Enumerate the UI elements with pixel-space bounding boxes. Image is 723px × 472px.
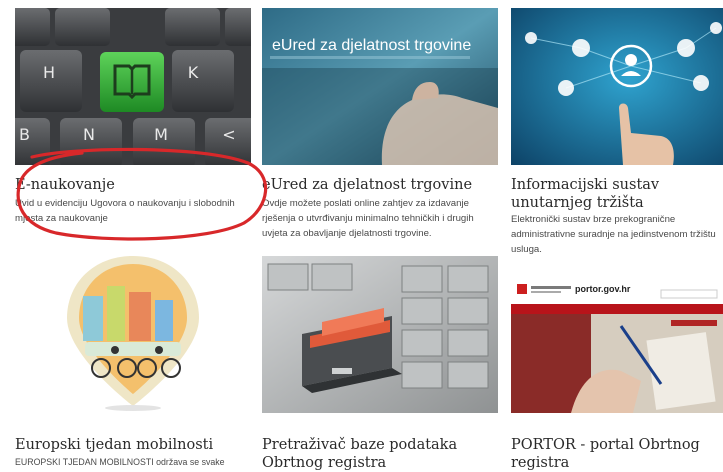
card-description: Ovdje možete poslati online zahtjev za i…	[262, 198, 474, 239]
portor-image[interactable]: portor.gov.hr	[511, 256, 723, 413]
e-naukovanje-image[interactable]: H K B N M <	[15, 8, 251, 165]
key-b-label: B	[19, 125, 30, 144]
register-search-image[interactable]	[262, 256, 498, 413]
card-title[interactable]: Informacijski sustav unutarnjeg tržišta	[511, 176, 723, 212]
eured-image-caption: eUred za djelatnost trgovine	[272, 37, 471, 54]
card-description: Uvid u evidenciju Ugovora o naukovanju i…	[15, 198, 235, 224]
card-title[interactable]: eUred za djelatnost trgovine	[262, 176, 498, 194]
key-less-than-label: <	[222, 125, 235, 144]
card-title[interactable]: PORTOR - portal Obrtnog registra	[511, 436, 723, 472]
card-description: Elektronički sustav brze prekogranične a…	[511, 214, 716, 255]
card-title[interactable]: Europski tjedan mobilnosti	[15, 436, 251, 454]
card-title[interactable]: E-naukovanje	[15, 176, 251, 194]
key-n-label: N	[83, 125, 95, 144]
key-m-label: M	[154, 125, 168, 144]
key-h-label: H	[43, 63, 55, 82]
portor-logo-text: portor.gov.hr	[575, 284, 631, 294]
key-k-label: K	[188, 63, 199, 82]
mobility-week-image[interactable]	[15, 256, 251, 413]
card-title[interactable]: Pretraživač baze podataka Obrtnog regist…	[262, 436, 498, 472]
imi-image[interactable]	[511, 8, 723, 165]
card-description: EUROPSKI TJEDAN MOBILNOSTI održava se sv…	[15, 457, 225, 467]
eured-image[interactable]: eUred za djelatnost trgovine	[262, 8, 498, 165]
